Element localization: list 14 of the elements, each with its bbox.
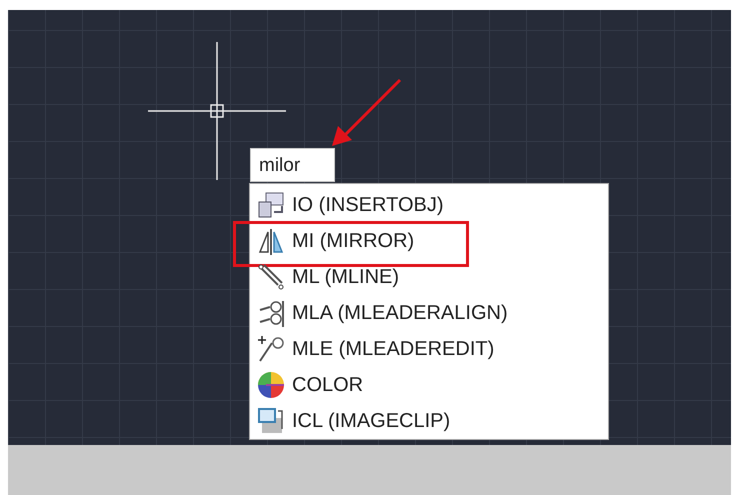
leader-edit-icon xyxy=(256,334,286,364)
suggestion-item[interactable]: MLA (MLEADERALIGN) xyxy=(292,302,508,324)
suggestion-item[interactable]: ICL (IMAGECLIP) xyxy=(292,410,450,432)
suggestion-item[interactable]: COLOR xyxy=(292,374,364,396)
suggestion-item[interactable]: ML (MLINE) xyxy=(292,266,400,288)
color-wheel-icon xyxy=(256,370,286,400)
mirror-icon xyxy=(256,226,286,256)
command-input[interactable]: milor xyxy=(250,148,335,182)
suggestion-item[interactable]: IO (INSERTOBJ) xyxy=(292,194,444,216)
image-clip-icon xyxy=(256,406,286,436)
suggestion-item[interactable]: MI (MIRROR) xyxy=(292,230,414,252)
suggestion-item[interactable]: MLE (MLEADEREDIT) xyxy=(292,338,494,360)
multiline-icon xyxy=(256,262,286,292)
insert-object-icon xyxy=(256,190,286,220)
